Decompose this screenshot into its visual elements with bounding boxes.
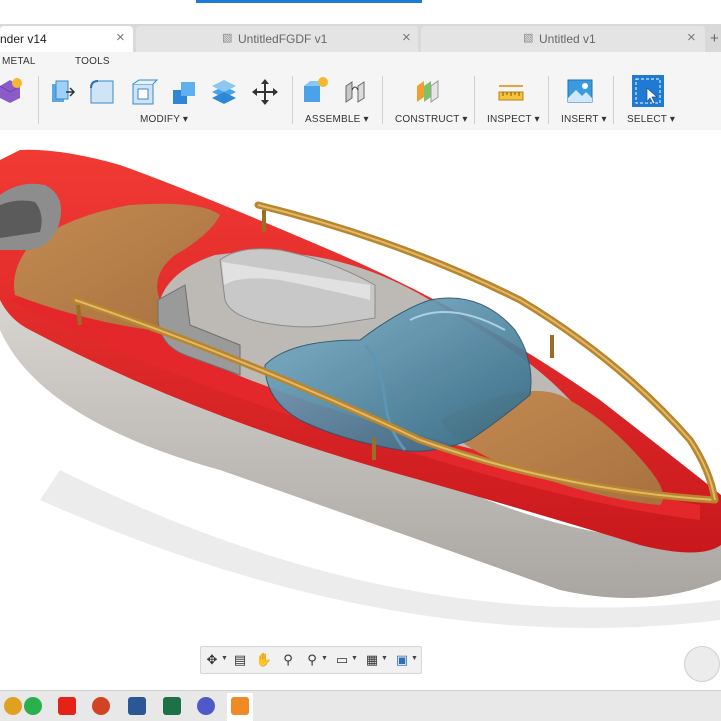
boat-model-render <box>0 149 721 628</box>
chevron-down-icon[interactable]: ▼ <box>321 655 328 662</box>
select-menu[interactable]: SELECT ▾ <box>627 114 675 125</box>
ribbon-toolbar: METAL TOOLS MODIFY ▾ ASSEMBLE ▾ CONSTRUC… <box>0 52 721 131</box>
separator <box>613 76 614 124</box>
accent-bar <box>196 0 422 3</box>
joint-icon[interactable] <box>342 78 370 106</box>
measure-icon[interactable] <box>497 78 525 106</box>
document-icon: ▧ <box>222 32 233 44</box>
chevron-down-icon[interactable]: ▼ <box>351 655 358 662</box>
fusion-icon[interactable] <box>231 697 249 715</box>
tab-label: UntitledFGDF v1 <box>238 32 328 46</box>
press-pull-icon[interactable] <box>48 78 76 106</box>
assemble-menu[interactable]: ASSEMBLE ▾ <box>305 114 369 125</box>
sheet-metal-tab[interactable]: METAL <box>2 56 36 67</box>
excel-icon[interactable] <box>163 697 181 715</box>
canvas-viewport[interactable] <box>0 130 721 690</box>
powerpoint-icon[interactable] <box>92 697 110 715</box>
create-form-icon[interactable] <box>0 76 24 104</box>
construct-menu[interactable]: CONSTRUCT ▾ <box>395 114 468 125</box>
tab-close-icon[interactable]: × <box>402 30 411 46</box>
pan-icon[interactable]: ✋ <box>255 651 273 669</box>
separator <box>38 76 39 124</box>
tab-active-document[interactable]: nder v14 × <box>0 26 133 52</box>
navigation-bar: ✥ ▼ ▤ ✋ ⚲ ⚲ ▼ ▭ ▼ ▦ ▼ ▣ ▼ <box>200 646 422 674</box>
chevron-down-icon[interactable]: ▼ <box>411 655 418 662</box>
inspect-menu[interactable]: INSPECT ▾ <box>487 114 540 125</box>
combine-icon[interactable] <box>170 78 198 106</box>
separator <box>474 76 475 124</box>
tab-close-icon[interactable]: × <box>687 30 696 46</box>
display-settings-icon[interactable]: ▭ <box>333 651 351 669</box>
zoom-icon[interactable]: ⚲ <box>303 651 321 669</box>
youtube-icon[interactable] <box>58 697 76 715</box>
tab-untitledfgdf[interactable]: ▧ UntitledFGDF v1 × <box>136 26 418 52</box>
watermark-logo-icon <box>684 646 720 682</box>
new-component-icon[interactable] <box>301 76 329 104</box>
title-strip <box>0 0 721 24</box>
teams-icon[interactable] <box>197 697 215 715</box>
separator <box>382 76 383 124</box>
separator <box>292 76 293 124</box>
chevron-down-icon[interactable]: ▼ <box>221 655 228 662</box>
chevron-down-icon[interactable]: ▼ <box>381 655 388 662</box>
move-copy-icon[interactable] <box>251 78 279 106</box>
grid-icon[interactable]: ▦ <box>363 651 381 669</box>
chrome-icon[interactable] <box>4 697 22 715</box>
new-tab-icon[interactable]: + <box>710 30 719 47</box>
whatsapp-icon[interactable] <box>24 697 42 715</box>
insert-menu[interactable]: INSERT ▾ <box>561 114 607 125</box>
modify-menu[interactable]: MODIFY ▾ <box>140 114 188 125</box>
shell-icon[interactable] <box>130 78 158 106</box>
tools-tab[interactable]: TOOLS <box>75 56 110 67</box>
word-icon[interactable] <box>128 697 146 715</box>
select-icon[interactable] <box>631 74 665 108</box>
document-icon: ▧ <box>523 32 534 44</box>
tab-untitled[interactable]: ▧ Untitled v1 × <box>421 26 705 52</box>
look-at-icon[interactable]: ▤ <box>231 651 249 669</box>
tab-close-icon[interactable]: × <box>116 30 125 46</box>
document-tab-bar: nder v14 × ▧ UntitledFGDF v1 × ▧ Untitle… <box>0 24 721 52</box>
tab-label: Untitled v1 <box>539 32 596 46</box>
zoom-window-icon[interactable]: ⚲ <box>279 651 297 669</box>
tab-label: nder v14 <box>0 32 47 46</box>
offset-plane-icon[interactable] <box>414 78 442 106</box>
fillet-icon[interactable] <box>88 78 116 106</box>
os-taskbar <box>0 690 721 721</box>
orbit-icon[interactable]: ✥ <box>203 651 221 669</box>
replace-face-icon[interactable] <box>210 78 238 106</box>
separator <box>548 76 549 124</box>
insert-image-icon[interactable] <box>566 77 594 105</box>
viewports-icon[interactable]: ▣ <box>393 651 411 669</box>
